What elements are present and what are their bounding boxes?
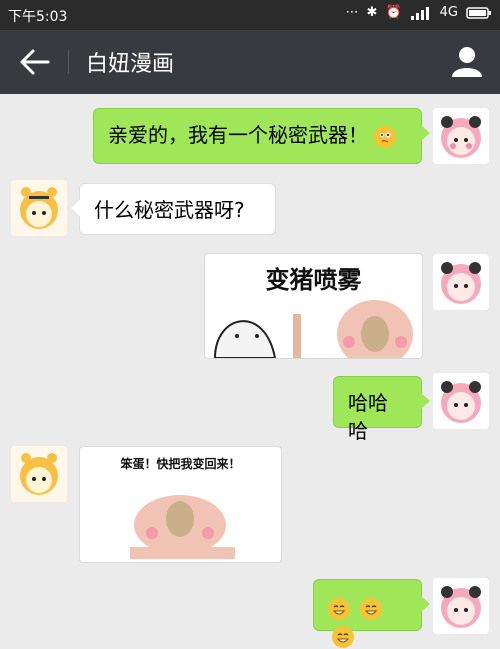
friend-avatar[interactable] bbox=[11, 446, 67, 502]
network-label: 4G bbox=[439, 5, 458, 20]
header-divider bbox=[68, 50, 69, 74]
sticker-art bbox=[213, 300, 413, 358]
grin-emoji-icon bbox=[332, 625, 354, 648]
friend-avatar[interactable] bbox=[11, 180, 67, 236]
status-time: 下午5:03 bbox=[8, 9, 68, 25]
status-bar: 下午5:03 ⋯ ✱ ⏰ 4G bbox=[0, 0, 500, 30]
status-icons: ⋯ ✱ ⏰ 4G bbox=[346, 5, 492, 20]
message-bubble[interactable]: 什么秘密武器呀? bbox=[71, 183, 276, 235]
my-avatar[interactable] bbox=[433, 108, 489, 164]
message-bubble[interactable]: 哈哈哈 bbox=[333, 376, 430, 443]
message-list[interactable]: 亲爱的，我有一个秘密武器！ 什么秘密武器呀? 变猪喷雾 哈哈哈 笨蛋！快把我变回… bbox=[0, 94, 500, 648]
message-bubble[interactable]: 亲爱的，我有一个秘密武器！ bbox=[93, 108, 430, 164]
my-avatar[interactable] bbox=[433, 254, 489, 310]
back-arrow-icon[interactable] bbox=[18, 47, 52, 77]
alarm-icon: ⏰ bbox=[385, 5, 402, 20]
signal-icon bbox=[410, 6, 429, 20]
sticker-art bbox=[130, 495, 235, 559]
message-text: 什么秘密武器呀? bbox=[94, 198, 245, 222]
sticker-image[interactable]: 变猪喷雾 bbox=[204, 253, 423, 359]
message-text: 亲爱的，我有一个秘密武器！ bbox=[108, 123, 368, 147]
grin-emoji-icon bbox=[328, 597, 350, 620]
sticker-image[interactable]: 笨蛋！快把我变回来！ bbox=[79, 446, 282, 563]
grin-emoji-icon bbox=[360, 597, 383, 620]
thinking-emoji-icon bbox=[374, 125, 397, 148]
battery-icon bbox=[466, 6, 491, 19]
profile-icon[interactable] bbox=[450, 44, 484, 78]
chat-header: 白妞漫画 bbox=[0, 30, 500, 94]
my-avatar[interactable] bbox=[433, 373, 489, 429]
message-bubble[interactable] bbox=[313, 579, 430, 648]
bluetooth-icon: ✱ bbox=[366, 5, 378, 20]
chat-title: 白妞漫画 bbox=[86, 52, 175, 77]
my-avatar[interactable] bbox=[433, 578, 489, 634]
message-text: 哈哈哈 bbox=[348, 391, 388, 443]
dots-icon: ⋯ bbox=[345, 5, 359, 20]
